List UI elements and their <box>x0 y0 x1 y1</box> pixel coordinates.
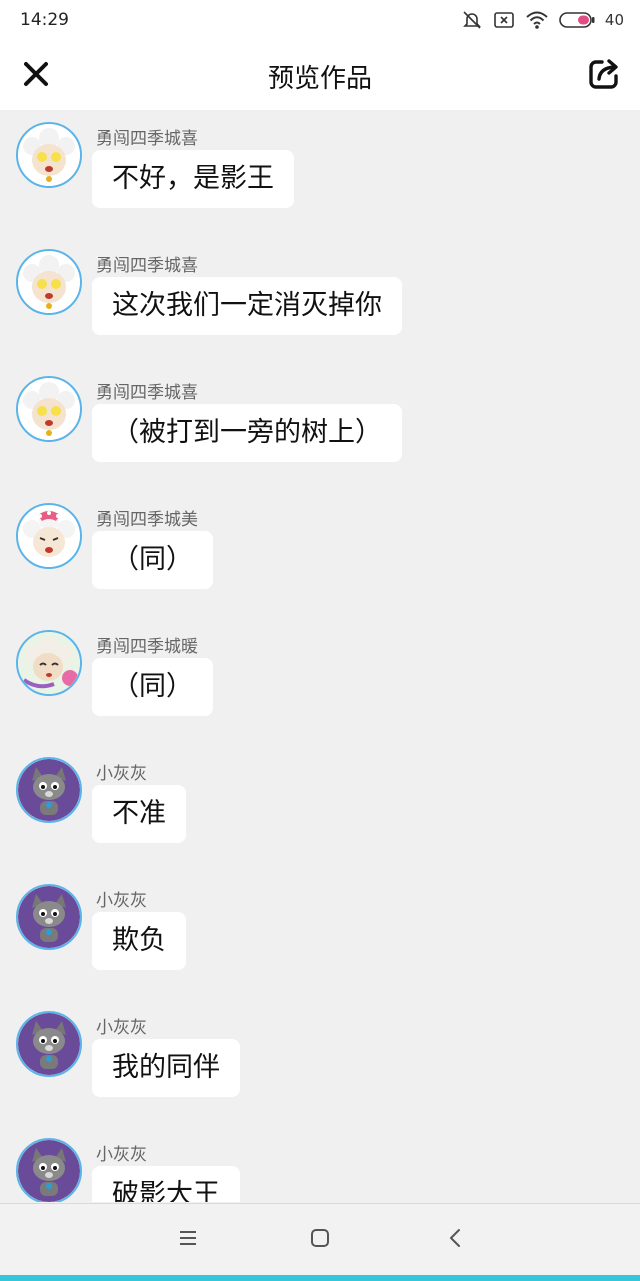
share-button[interactable] <box>586 56 622 92</box>
avatar[interactable] <box>16 1138 82 1202</box>
chat-message: 勇闯四季城喜 （被打到一旁的树上） <box>0 364 640 492</box>
avatar[interactable] <box>16 503 82 569</box>
chat-message-list[interactable]: 勇闯四季城喜 不好，是影王 勇闯四季城喜 这次我们一定消灭掉你 勇闯四季城喜 （… <box>0 110 640 1202</box>
battery-level: 40 <box>604 11 624 29</box>
pretty-goat-avatar-icon <box>18 505 80 567</box>
pleasant-goat-avatar-icon <box>18 124 80 186</box>
message-bubble[interactable]: （同） <box>92 531 213 589</box>
avatar[interactable] <box>16 884 82 950</box>
avatar[interactable] <box>16 757 82 823</box>
message-bubble[interactable]: 不好，是影王 <box>92 150 294 208</box>
chat-message: 小灰灰 破影大王 <box>0 1126 640 1202</box>
bell-off-icon <box>462 11 481 29</box>
little-wolf-avatar-icon <box>18 759 80 821</box>
wifi-icon <box>526 11 548 29</box>
little-wolf-avatar-icon <box>18 1013 80 1075</box>
message-bubble[interactable]: 不准 <box>92 785 186 843</box>
avatar[interactable] <box>16 122 82 188</box>
chat-message: 小灰灰 欺负 <box>0 872 640 1000</box>
message-bubble[interactable]: 破影大王 <box>92 1166 240 1202</box>
avatar[interactable] <box>16 630 82 696</box>
top-navigation: 预览作品 <box>0 40 640 110</box>
sender-name: 小灰灰 <box>96 891 147 911</box>
chat-message: 勇闯四季城暖 （同） <box>0 618 640 746</box>
page-title: 预览作品 <box>267 64 372 94</box>
avatar[interactable] <box>16 1011 82 1077</box>
avatar[interactable] <box>16 249 82 315</box>
chat-message: 勇闯四季城喜 不好，是影王 <box>0 110 640 238</box>
menu-icon[interactable] <box>178 1228 198 1248</box>
status-bar: 14:29 40 <box>0 0 640 40</box>
chat-message: 小灰灰 不准 <box>0 745 640 873</box>
share-icon <box>589 59 618 89</box>
chat-message: 勇闯四季城美 （同） <box>0 491 640 619</box>
little-wolf-avatar-icon <box>18 886 80 948</box>
battery-icon <box>559 12 595 28</box>
notification-x-icon <box>494 12 514 28</box>
sender-name: 小灰灰 <box>96 1018 147 1038</box>
status-icons: 40 <box>461 8 624 32</box>
home-icon[interactable] <box>310 1228 330 1248</box>
pleasant-goat-avatar-icon <box>18 251 80 313</box>
sender-name: 勇闯四季城喜 <box>96 383 198 403</box>
pleasant-goat-avatar-icon <box>18 378 80 440</box>
status-time: 14:29 <box>20 10 69 30</box>
sender-name: 小灰灰 <box>96 764 147 784</box>
sender-name: 勇闯四季城喜 <box>96 256 198 276</box>
message-bubble[interactable]: 我的同伴 <box>92 1039 240 1097</box>
sender-name: 勇闯四季城喜 <box>96 129 198 149</box>
back-icon[interactable] <box>446 1228 466 1248</box>
message-bubble[interactable]: （同） <box>92 658 213 716</box>
system-navigation-bar <box>0 1203 640 1281</box>
sender-name: 勇闯四季城暖 <box>96 637 198 657</box>
sender-name: 小灰灰 <box>96 1145 147 1165</box>
little-wolf-avatar-icon <box>18 1140 80 1202</box>
warm-goat-avatar-icon <box>18 632 80 694</box>
chat-message: 勇闯四季城喜 这次我们一定消灭掉你 <box>0 237 640 365</box>
message-bubble[interactable]: 这次我们一定消灭掉你 <box>92 277 402 335</box>
message-bubble[interactable]: （被打到一旁的树上） <box>92 404 402 462</box>
message-bubble[interactable]: 欺负 <box>92 912 186 970</box>
avatar[interactable] <box>16 376 82 442</box>
sender-name: 勇闯四季城美 <box>96 510 198 530</box>
accent-strip <box>0 1275 640 1281</box>
chat-message: 小灰灰 我的同伴 <box>0 999 640 1127</box>
